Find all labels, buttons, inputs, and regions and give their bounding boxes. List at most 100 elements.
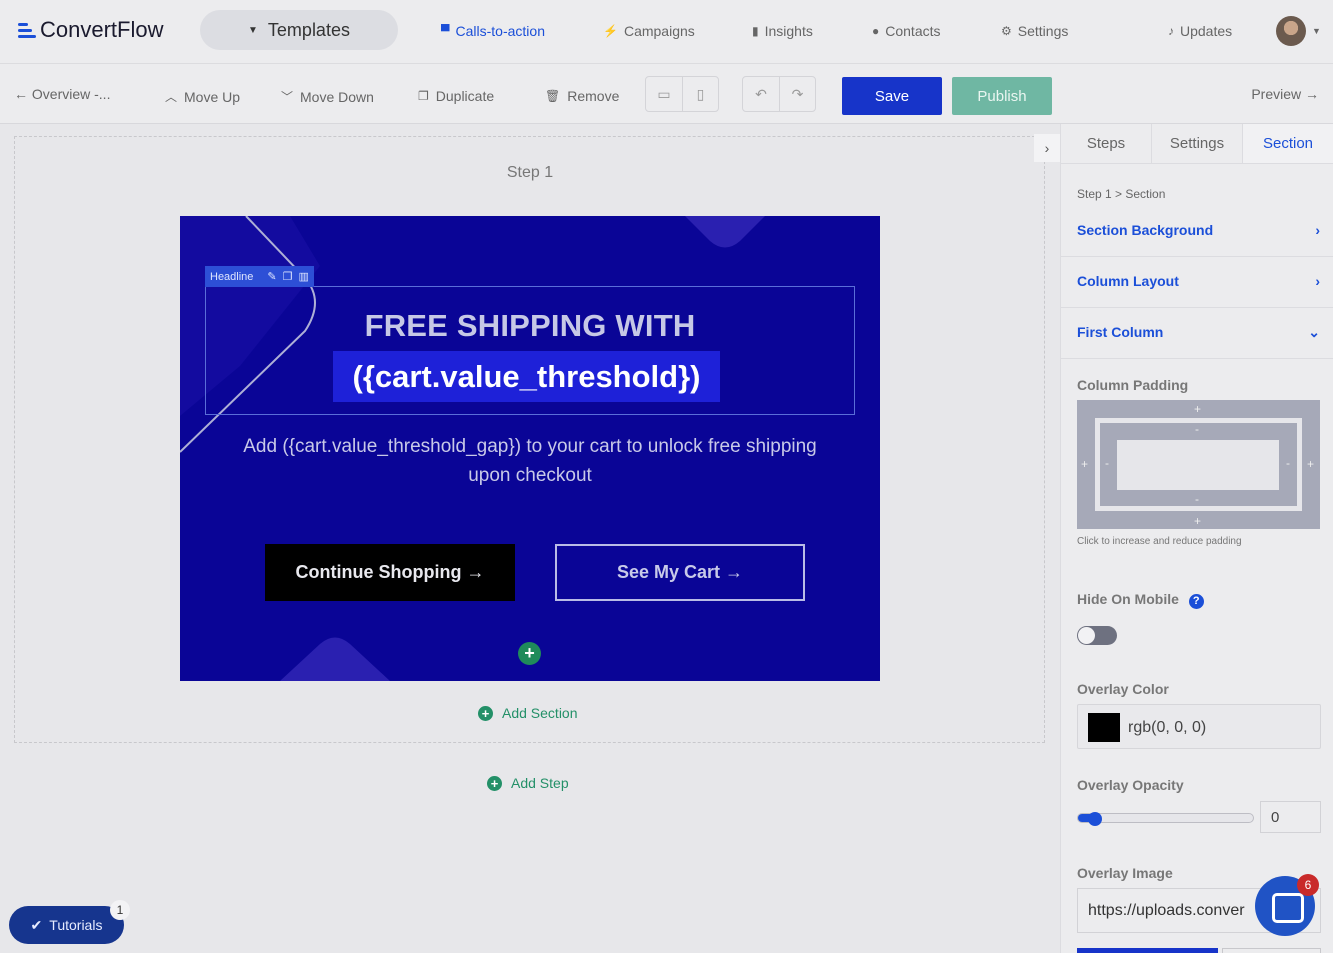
add-section-button[interactable]: + Add Section: [478, 705, 578, 721]
continue-shopping-button[interactable]: Continue Shopping →: [265, 544, 515, 601]
move-down-button[interactable]: ﹀ Move Down: [281, 88, 374, 105]
overlay-color-value: rgb(0, 0, 0): [1128, 719, 1207, 736]
hide-on-mobile-toggle[interactable]: [1077, 626, 1117, 645]
collapse-panel-button[interactable]: ›: [1034, 134, 1060, 162]
user-icon: ●: [872, 24, 880, 38]
duplicate-button[interactable]: ❐ Duplicate: [418, 88, 494, 104]
top-nav: ConvertFlow ▼ Templates ▀ Calls-to-actio…: [0, 0, 1333, 64]
tutorials-button[interactable]: ✔ Tutorials: [9, 906, 124, 944]
add-step-button[interactable]: + Add Step: [487, 775, 569, 791]
tab-steps[interactable]: Steps: [1061, 124, 1152, 163]
secondary-button[interactable]: [1222, 948, 1321, 953]
accordion-section-background[interactable]: Section Background ›: [1061, 206, 1333, 257]
overlay-opacity-slider[interactable]: [1077, 813, 1254, 823]
avatar[interactable]: [1276, 16, 1306, 46]
minus-icon[interactable]: -: [1105, 456, 1109, 470]
nav-label: Insights: [764, 23, 813, 39]
back-label: ← Overview -...: [14, 86, 111, 102]
plus-icon[interactable]: +: [1081, 457, 1088, 471]
chevron-down-icon: ⌄: [1308, 324, 1320, 340]
publish-button[interactable]: Publish: [952, 77, 1052, 115]
headline-tag-label: Headline: [210, 270, 254, 283]
preview-link[interactable]: Preview →: [1251, 86, 1319, 102]
hide-on-mobile-label: Hide On Mobile: [1077, 591, 1179, 607]
column-padding-label: Column Padding: [1077, 377, 1189, 393]
nav-label: Campaigns: [623, 23, 695, 39]
tab-settings[interactable]: Settings: [1152, 124, 1243, 163]
padding-editor[interactable]: + - - + + - - +: [1077, 400, 1320, 529]
slider-handle[interactable]: [1088, 812, 1102, 826]
minus-icon[interactable]: -: [1195, 422, 1199, 436]
move-down-label: Move Down: [300, 88, 374, 105]
accordion-column-layout[interactable]: Column Layout ›: [1061, 257, 1333, 308]
nav-label: Updates: [1180, 23, 1233, 39]
save-button[interactable]: Save: [842, 77, 942, 115]
overlay-color-label: Overlay Color: [1077, 681, 1169, 697]
trash-icon[interactable]: ▥: [299, 270, 309, 283]
editor-canvas: › Step 1 Headline ✎ ❐ ▥ FREE SHIPPING WI…: [0, 124, 1060, 953]
templates-dropdown[interactable]: ▼ Templates: [200, 10, 398, 50]
back-to-overview-link[interactable]: ← Overview -...: [14, 86, 110, 102]
plus-icon[interactable]: +: [1194, 402, 1201, 416]
accordion-first-column[interactable]: First Column ⌄: [1061, 308, 1333, 359]
headline-line-1[interactable]: FREE SHIPPING WITH: [180, 308, 880, 344]
settings-panel: Steps Settings Section Step 1 > Section …: [1060, 124, 1333, 953]
logo-icon: [16, 19, 38, 41]
pencil-icon[interactable]: ✎: [267, 270, 276, 283]
remove-label: Remove: [567, 88, 620, 104]
chevron-down-icon[interactable]: ▼: [1312, 26, 1321, 36]
headline-line-2-highlight[interactable]: ({cart.value_threshold}): [333, 351, 720, 402]
redo-icon[interactable]: ↷: [779, 77, 815, 111]
cta-section[interactable]: Headline ✎ ❐ ▥ FREE SHIPPING WITH ({cart…: [180, 216, 880, 681]
accordion-label: Column Layout: [1077, 273, 1179, 289]
mobile-icon[interactable]: ▯: [682, 77, 718, 111]
copy-icon[interactable]: ❐: [283, 270, 293, 283]
help-icon[interactable]: ?: [1188, 594, 1204, 609]
minus-icon[interactable]: -: [1195, 492, 1199, 506]
nav-campaigns[interactable]: ⚡ Campaigns: [603, 23, 695, 39]
nav-label: Settings: [1017, 23, 1069, 39]
undo-icon[interactable]: ↶: [743, 77, 779, 111]
subheadline-text[interactable]: Add ({cart.value_threshold_gap}) to your…: [220, 432, 840, 490]
copy-icon: ❐: [418, 89, 429, 103]
brand-name: ConvertFlow: [40, 17, 164, 42]
plus-icon[interactable]: +: [1194, 514, 1201, 528]
move-up-button[interactable]: ︿ Move Up: [165, 88, 240, 105]
duplicate-label: Duplicate: [435, 88, 495, 104]
templates-label: Templates: [267, 19, 350, 40]
upload-button[interactable]: [1077, 948, 1218, 953]
add-step-label: Add Step: [511, 775, 569, 791]
nav-updates[interactable]: ♪ Updates: [1168, 23, 1232, 39]
add-section-label: Add Section: [502, 705, 578, 721]
chat-bubble-icon: ▀: [441, 24, 450, 38]
desktop-icon[interactable]: ▭: [646, 77, 682, 111]
logo[interactable]: ConvertFlow: [16, 17, 163, 43]
remove-button[interactable]: 🗑 Remove: [545, 88, 619, 104]
nav-settings[interactable]: ⚙ Settings: [1001, 23, 1068, 39]
overlay-opacity-input[interactable]: 0: [1260, 801, 1321, 833]
caret-down-icon: ▼: [248, 24, 258, 36]
bar-chart-icon: ▮: [752, 24, 759, 38]
panel-tabs: Steps Settings Section: [1061, 124, 1333, 164]
chevron-right-icon: ›: [1044, 140, 1050, 156]
check-icon: ✔: [30, 916, 43, 933]
move-up-label: Move Up: [184, 88, 241, 105]
minus-icon[interactable]: -: [1286, 456, 1290, 470]
padding-hint: Click to increase and reduce padding: [1077, 536, 1242, 547]
bolt-icon: ⚡: [603, 24, 618, 38]
tab-section[interactable]: Section: [1243, 124, 1333, 163]
gear-icon: ⚙: [1001, 24, 1012, 38]
plus-circle-icon: +: [487, 775, 502, 791]
nav-label: Calls-to-action: [455, 23, 545, 39]
see-my-cart-button[interactable]: See My Cart →: [555, 544, 805, 601]
nav-calls-to-action[interactable]: ▀ Calls-to-action: [441, 23, 545, 39]
color-swatch[interactable]: [1088, 713, 1120, 742]
nav-contacts[interactable]: ● Contacts: [872, 23, 941, 39]
overlay-color-field[interactable]: rgb(0, 0, 0): [1077, 704, 1321, 749]
plus-icon[interactable]: +: [1307, 457, 1314, 471]
tutorials-label: Tutorials: [49, 917, 103, 933]
overlay-image-label: Overlay Image: [1077, 865, 1173, 881]
nav-insights[interactable]: ▮ Insights: [752, 23, 813, 39]
headline-element-tag[interactable]: Headline ✎ ❐ ▥: [205, 266, 314, 287]
add-element-icon[interactable]: +: [518, 642, 541, 665]
